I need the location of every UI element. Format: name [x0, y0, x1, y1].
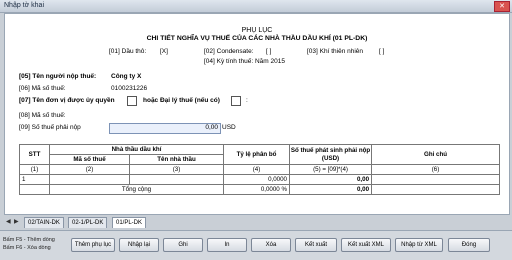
natural-gas-label: [03] Khí thiên nhiên: [307, 48, 364, 55]
form-subheading: CHI TIẾT NGHĨA VỤ THUẾ CỦA CÁC NHÀ THẦU …: [146, 35, 368, 42]
form-area: PHỤ LỤC CHI TIẾT NGHĨA VỤ THUẾ CỦA CÁC N…: [4, 13, 510, 215]
agent-colon: :: [246, 97, 248, 104]
header-contractor-name: Tên nhà thầu: [128, 154, 225, 165]
agent-checkbox[interactable]: [127, 96, 137, 106]
index-cell: (2): [49, 164, 130, 175]
tax-payable-field[interactable]: 0,00: [109, 123, 221, 134]
header-tax-code: Mã số thuế: [49, 154, 130, 165]
title-bar: Nhập tờ khai ✕: [0, 0, 512, 13]
header-tax-due: Số thuế phát sinh phải nộp (USD): [289, 144, 373, 165]
hint-add-row: Bấm F5 - Thêm dòng: [3, 237, 55, 243]
sheet-tabs: ◀ ▶ 02/TAIN-DK 02-1/PL-DK 01/PL-DK: [4, 216, 508, 228]
tax-agent-checkbox[interactable]: [231, 96, 241, 106]
row-note-input[interactable]: [371, 174, 501, 185]
table-total-row: Tổng cộng 0,0000 % 0,00: [19, 184, 501, 195]
natural-gas-checkbox[interactable]: [ ]: [379, 48, 384, 55]
delete-button[interactable]: Xóa: [251, 238, 291, 252]
save-button[interactable]: Ghi: [163, 238, 203, 252]
header-note: Ghi chú: [371, 144, 501, 165]
table-row: 1 0,0000 0,00: [19, 174, 501, 185]
tax-code-label: [06] Mã số thuế:: [19, 85, 66, 92]
hint-delete-row: Bấm F6 - Xóa dòng: [3, 245, 51, 251]
tax-code-value: 0100231226: [111, 85, 148, 92]
table-index-row: (1) (2) (3) (4) (5) = [09]*(4) (6): [19, 164, 501, 175]
taxpayer-name-value: Công ty X: [111, 73, 142, 80]
condensate-checkbox[interactable]: [ ]: [266, 48, 271, 55]
header-contractor: Nhà thầu dầu khí: [48, 144, 225, 155]
form-heading: PHỤ LỤC: [241, 27, 273, 34]
index-cell: (5) = [09]*(4): [289, 164, 373, 175]
tax-period: [04] Kỳ tính thuế: Năm 2015: [204, 58, 285, 65]
close-icon[interactable]: ✕: [494, 1, 510, 12]
tab-02-1-pl-dk[interactable]: 02-1/PL-DK: [68, 217, 108, 228]
window-title: Nhập tờ khai: [4, 2, 45, 9]
index-cell: (1): [19, 164, 50, 175]
index-cell: (4): [223, 164, 291, 175]
agent-label: [07] Tên đơn vị được ủy quyền: [19, 97, 115, 104]
export-xml-button[interactable]: Kết xuất XML: [341, 238, 391, 252]
reload-button[interactable]: Nhập lại: [119, 238, 159, 252]
crude-oil-label: [01] Dầu thô:: [109, 48, 147, 55]
condensate-label: [02] Condensate:: [204, 48, 254, 55]
row-tax-due: 0,00: [289, 174, 373, 185]
print-button[interactable]: In: [207, 238, 247, 252]
total-label: Tổng cộng: [48, 184, 225, 195]
export-button[interactable]: Kết xuất: [295, 238, 337, 252]
tax-payable-value: 0,00: [205, 124, 218, 131]
tab-01-pl-dk[interactable]: 01/PL-DK: [112, 217, 147, 228]
header-ratio: Tỷ lệ phân bổ: [223, 144, 291, 165]
action-bar: Bấm F5 - Thêm dòng Bấm F6 - Xóa dòng Thê…: [0, 230, 512, 260]
agent-tax-code-label: [08] Mã số thuế:: [19, 112, 66, 119]
row-stt: 1: [19, 174, 50, 185]
tax-payable-label: [09] Số thuế phải nộp: [19, 124, 81, 131]
first-tab-icon[interactable]: ◀: [6, 219, 12, 225]
total-tax-due: 0,00: [289, 184, 373, 195]
index-cell: (3): [128, 164, 225, 175]
row-ratio-input[interactable]: 0,0000: [223, 174, 291, 185]
total-ratio: 0,0000 %: [223, 184, 291, 195]
index-cell: (6): [371, 164, 501, 175]
tax-agent-label: hoặc Đại lý thuế (nếu có): [143, 97, 220, 104]
close-button[interactable]: Đóng: [448, 238, 490, 252]
taxpayer-name-label: [05] Tên người nộp thuế:: [19, 73, 97, 80]
table-header-row: STT Nhà thầu dầu khí Tỷ lệ phân bổ Số th…: [19, 144, 501, 165]
tax-payable-unit: USD: [222, 124, 236, 131]
row-tax-code-input[interactable]: [49, 174, 130, 185]
contractor-table: STT Nhà thầu dầu khí Tỷ lệ phân bổ Số th…: [19, 144, 501, 195]
crude-oil-checkbox[interactable]: [X]: [160, 48, 168, 55]
add-appendix-button[interactable]: Thêm phụ lục: [71, 238, 115, 252]
last-tab-icon[interactable]: ▶: [14, 219, 20, 225]
tab-02-tain-dk[interactable]: 02/TAIN-DK: [24, 217, 64, 228]
header-stt: STT: [19, 144, 50, 165]
row-contractor-name-input[interactable]: [128, 174, 225, 185]
import-xml-button[interactable]: Nhập từ XML: [395, 238, 443, 252]
